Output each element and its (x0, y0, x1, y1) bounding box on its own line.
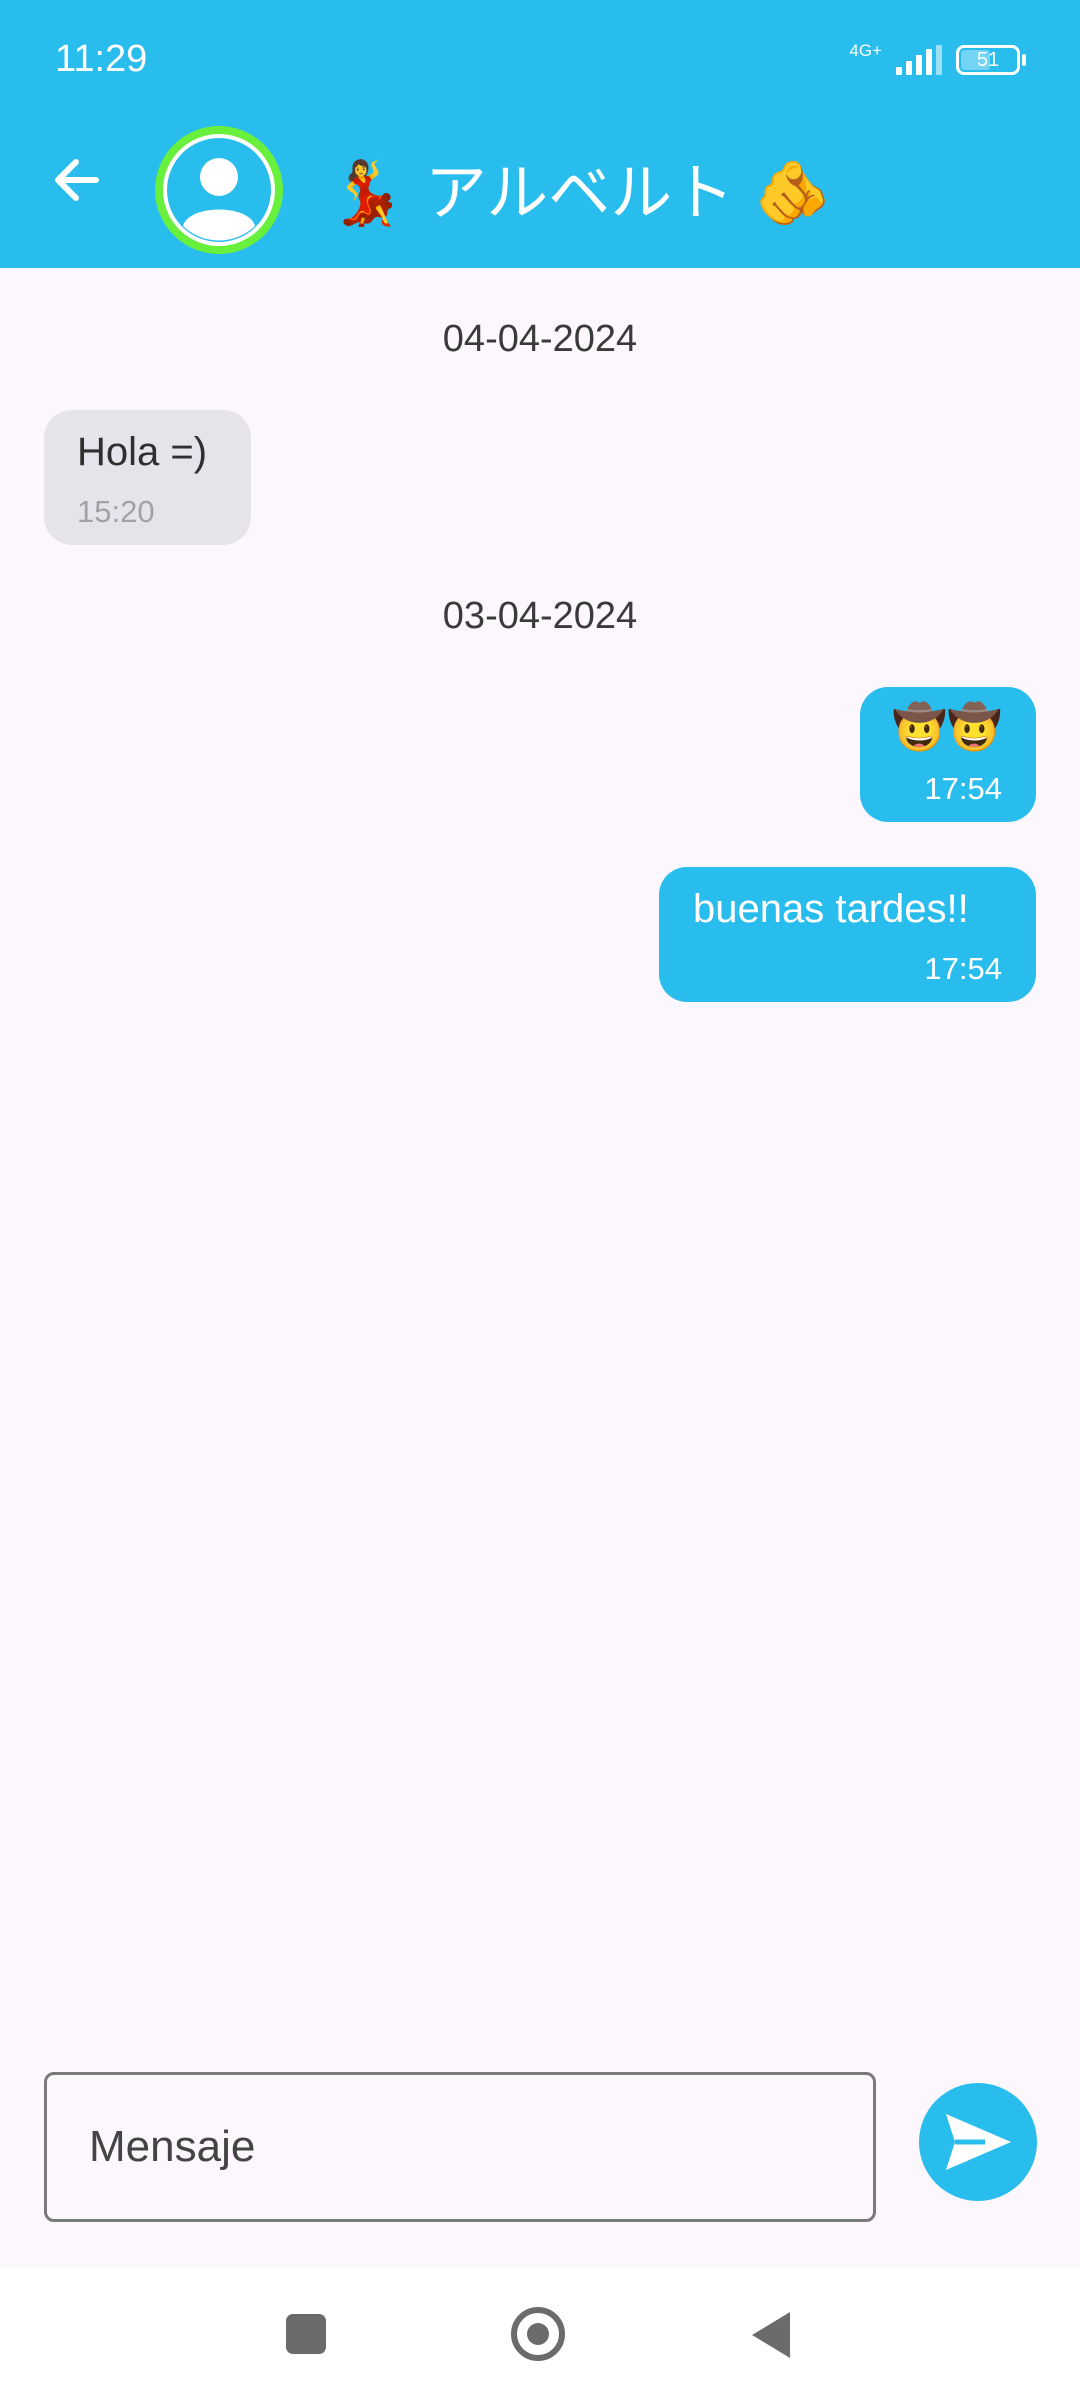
send-button[interactable] (919, 2083, 1037, 2201)
message-time: 17:54 (924, 771, 1002, 806)
signal-icon (896, 45, 942, 75)
message-input-box[interactable] (44, 2072, 876, 2222)
nav-back-icon[interactable] (752, 2312, 790, 2358)
battery-level: 51 (976, 48, 1000, 71)
message-text: Hola =) (77, 430, 208, 474)
back-button[interactable] (48, 150, 108, 210)
user-avatar-icon (167, 138, 271, 242)
app-bar: 11:29 4G+ 51 💃 アルベルト 🫵 (0, 0, 1080, 268)
contact-name[interactable]: 💃 アルベルト 🫵 (328, 142, 831, 232)
date-separator: 04-04-2024 (442, 318, 638, 360)
home-icon[interactable] (511, 2307, 565, 2361)
recents-icon[interactable] (286, 2314, 326, 2354)
message-input[interactable] (47, 2075, 873, 2219)
status-time: 11:29 (55, 38, 148, 80)
message-bubble-outgoing[interactable]: 🤠🤠 17:54 (860, 687, 1036, 822)
send-icon (946, 2114, 1011, 2170)
message-text: buenas tardes!! (693, 887, 969, 931)
message-time: 15:20 (77, 494, 155, 529)
message-bubble-incoming[interactable]: Hola =) 15:20 (44, 410, 251, 545)
message-bubble-outgoing[interactable]: buenas tardes!! 17:54 (659, 867, 1036, 1002)
status-icons: 4G+ 51 (849, 38, 1026, 82)
battery-icon: 51 (956, 45, 1026, 75)
network-type: 4G+ (849, 40, 882, 60)
message-time: 17:54 (924, 951, 1002, 986)
contact-avatar[interactable] (155, 126, 283, 254)
date-separator: 03-04-2024 (442, 595, 638, 637)
arrow-back-icon (55, 159, 99, 201)
message-text: 🤠🤠 (892, 702, 1002, 753)
